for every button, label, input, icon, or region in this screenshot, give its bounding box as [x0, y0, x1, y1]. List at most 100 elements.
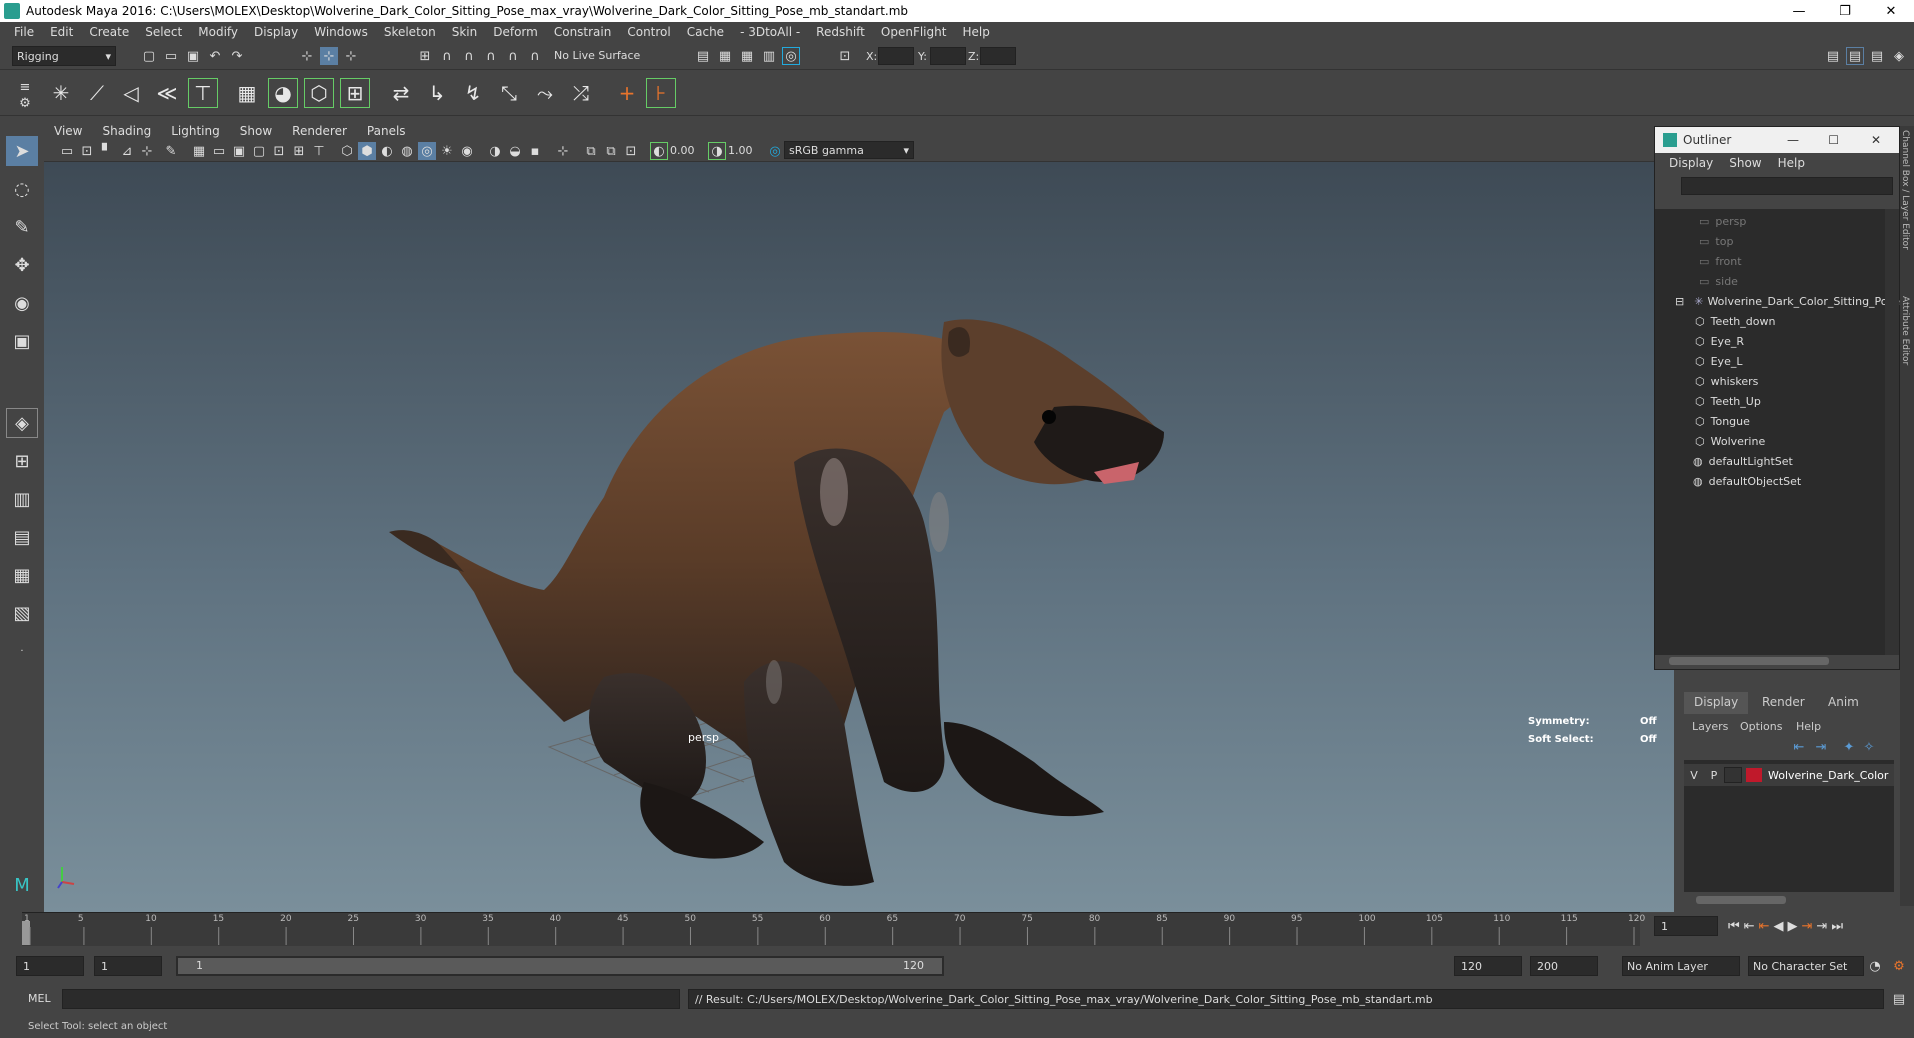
- playback-start-field[interactable]: 1: [94, 956, 162, 976]
- character-set-dropdown[interactable]: No Character Set: [1748, 956, 1864, 976]
- step-forward-frame-icon[interactable]: ⇥: [1802, 919, 1813, 934]
- hypershade-icon[interactable]: ◎: [782, 47, 800, 65]
- menu-help[interactable]: Help: [954, 25, 997, 39]
- panel-menu-view[interactable]: View: [44, 124, 92, 138]
- attribute-editor-tab[interactable]: Attribute Editor: [1900, 296, 1910, 365]
- start-time-field[interactable]: 1: [16, 956, 84, 976]
- resolution-gate-icon[interactable]: ▣: [230, 142, 248, 160]
- single-view-icon[interactable]: ◈: [6, 408, 38, 438]
- time-slider[interactable]: 1 5 10 15 20 25 30 35 40 45 50 55 60 65 70 75 80 85 90 95 10…: [22, 912, 1645, 946]
- cluster-icon[interactable]: ◕: [268, 78, 298, 108]
- y-field[interactable]: [930, 47, 966, 65]
- collapse-icon[interactable]: ⊟: [1675, 295, 1684, 308]
- layer-visibility-toggle[interactable]: V: [1684, 769, 1704, 782]
- hypershade-persp-icon[interactable]: ▦: [6, 560, 38, 590]
- outliner-item-teeth-up[interactable]: ⬡ Teeth_Up: [1695, 391, 1761, 411]
- textured-icon[interactable]: ◍: [398, 142, 416, 160]
- shelf-settings-icon[interactable]: ⚙: [16, 94, 34, 112]
- select-object-icon[interactable]: ⊹: [320, 47, 338, 65]
- script-editor-icon[interactable]: ▤: [1890, 990, 1908, 1008]
- minimize-button[interactable]: —: [1776, 0, 1822, 22]
- lattice-icon[interactable]: ▦: [232, 78, 262, 108]
- go-to-end-icon[interactable]: ⏭: [1831, 919, 1843, 934]
- render-settings-icon[interactable]: ▤: [694, 47, 712, 65]
- outliner-item-front[interactable]: ▭ front: [1699, 251, 1742, 271]
- xray-icon[interactable]: ⧉: [582, 142, 600, 160]
- outliner-item-default-light-set[interactable]: ◍ defaultLightSet: [1693, 451, 1793, 471]
- command-input[interactable]: [62, 989, 680, 1009]
- 2d-pan-icon[interactable]: ⊹: [138, 142, 156, 160]
- z-field[interactable]: [980, 47, 1016, 65]
- menu-skeleton[interactable]: Skeleton: [376, 25, 444, 39]
- outliner-item-wolverine[interactable]: ⬡ Wolverine: [1695, 431, 1765, 451]
- snap-grid-icon[interactable]: ⊞: [416, 47, 434, 65]
- menu-constrain[interactable]: Constrain: [546, 25, 620, 39]
- channel-box-tab[interactable]: Channel Box / Layer Editor: [1900, 130, 1910, 250]
- scale-tool-icon[interactable]: ▣: [6, 326, 38, 356]
- redo-icon[interactable]: ↷: [228, 47, 246, 65]
- safe-action-icon[interactable]: ⊞: [290, 142, 308, 160]
- range-bar[interactable]: 1 120: [176, 956, 944, 976]
- toggle-channelbox-icon[interactable]: ▤: [1846, 47, 1864, 65]
- lasso-tool-icon[interactable]: ◌: [6, 174, 38, 204]
- toggle-toolsettings-icon[interactable]: ◈: [1890, 47, 1908, 65]
- new-layer-selected-icon[interactable]: ✧: [1860, 738, 1878, 756]
- open-scene-icon[interactable]: ▭: [162, 47, 180, 65]
- playback-end-field[interactable]: 120: [1454, 956, 1522, 976]
- step-back-key-icon[interactable]: ⇤: [1744, 919, 1755, 934]
- image-plane-icon[interactable]: ⊿: [118, 142, 136, 160]
- outliner-menu-display[interactable]: Display: [1661, 156, 1721, 170]
- preferences-icon[interactable]: ⚙: [1890, 957, 1908, 975]
- viewport-persp[interactable]: persp Symmetry: Off Soft Select: Off: [44, 162, 1674, 912]
- layer-tab-anim[interactable]: Anim: [1818, 692, 1869, 714]
- layer-menu-layers[interactable]: Layers: [1692, 720, 1728, 733]
- new-scene-icon[interactable]: ▢: [140, 47, 158, 65]
- step-forward-key-icon[interactable]: ⇥: [1816, 919, 1827, 934]
- menu-select[interactable]: Select: [137, 25, 190, 39]
- outliner-item-top[interactable]: ▭ top: [1699, 231, 1733, 251]
- layer-horizontal-scrollbar[interactable]: [1696, 896, 1786, 904]
- outliner-item-group[interactable]: ⊟ ✳ Wolverine_Dark_Color_Sitting_Pose: [1675, 291, 1900, 311]
- outliner-persp-icon[interactable]: ▥: [6, 484, 38, 514]
- layer-name[interactable]: Wolverine_Dark_Color: [1768, 769, 1888, 782]
- sculpt-icon[interactable]: ⊞: [340, 78, 370, 108]
- panel-menu-shading[interactable]: Shading: [92, 124, 161, 138]
- layer-color-swatch[interactable]: [1746, 768, 1762, 782]
- gamma-icon[interactable]: ◑: [708, 142, 726, 160]
- ik-handle-icon[interactable]: ⟋: [82, 78, 112, 108]
- layer-row[interactable]: V P Wolverine_Dark_Color: [1684, 764, 1894, 786]
- menu-cache[interactable]: Cache: [679, 25, 732, 39]
- snap-point-icon[interactable]: ∩: [460, 47, 478, 65]
- exposure-value[interactable]: 0.00: [670, 144, 695, 157]
- select-tool-icon[interactable]: ➤: [6, 136, 38, 166]
- wireframe-on-shaded-icon[interactable]: ◐: [378, 142, 396, 160]
- gamma-value[interactable]: 1.00: [728, 144, 753, 157]
- menu-edit[interactable]: Edit: [42, 25, 81, 39]
- xray-joints-icon[interactable]: ⧉: [602, 142, 620, 160]
- graph-persp-icon[interactable]: ▤: [6, 522, 38, 552]
- outliner-vertical-scrollbar[interactable]: [1885, 209, 1899, 655]
- menu-modify[interactable]: Modify: [190, 25, 246, 39]
- create-deformer-icon[interactable]: ⊦: [646, 78, 676, 108]
- outliner-item-eye-r[interactable]: ⬡ Eye_R: [1695, 331, 1744, 351]
- menu-control[interactable]: Control: [619, 25, 678, 39]
- layer-menu-options[interactable]: Options: [1740, 720, 1782, 733]
- menu-file[interactable]: File: [6, 25, 42, 39]
- anti-aliasing-icon[interactable]: ◒: [506, 142, 524, 160]
- undo-icon[interactable]: ↶: [206, 47, 224, 65]
- four-view-icon[interactable]: ⊞: [6, 446, 38, 476]
- outliner-item-default-object-set[interactable]: ◍ defaultObjectSet: [1693, 471, 1801, 491]
- rotate-tool-icon[interactable]: ◉: [6, 288, 38, 318]
- bookmark-icon[interactable]: ▘: [98, 142, 116, 160]
- menu-create[interactable]: Create: [81, 25, 137, 39]
- layer-tab-display[interactable]: Display: [1684, 692, 1749, 714]
- step-back-frame-icon[interactable]: ⇤: [1759, 919, 1770, 934]
- scale-constraint-icon[interactable]: ⤡: [494, 78, 524, 108]
- outliner-menu-show[interactable]: Show: [1721, 156, 1769, 170]
- outliner-minimize-button[interactable]: —: [1787, 133, 1799, 147]
- use-lights-icon[interactable]: ◎: [418, 142, 436, 160]
- shadows-icon[interactable]: ☀: [438, 142, 456, 160]
- outliner-item-persp[interactable]: ▭ persp: [1699, 211, 1746, 231]
- workspace-icon[interactable]: ▤: [1824, 47, 1842, 65]
- restore-button[interactable]: ❐: [1822, 0, 1868, 22]
